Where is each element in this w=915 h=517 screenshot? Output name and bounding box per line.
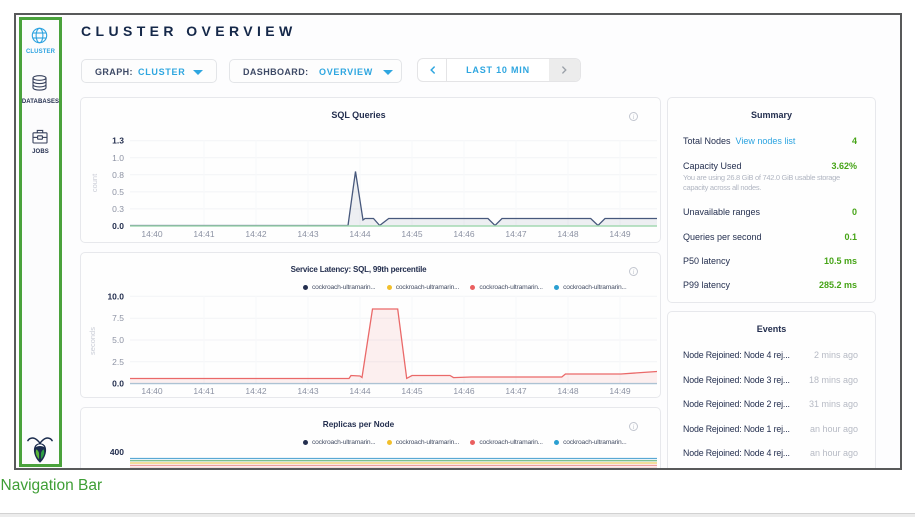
svg-text:5.0: 5.0 [112, 335, 124, 345]
svg-text:14:49: 14:49 [609, 386, 631, 396]
svg-text:14:48: 14:48 [557, 229, 579, 239]
svg-text:7.5: 7.5 [112, 313, 124, 323]
svg-text:10.0: 10.0 [107, 291, 124, 301]
svg-text:14:48: 14:48 [557, 386, 579, 396]
svg-text:14:42: 14:42 [245, 386, 267, 396]
svg-text:0.0: 0.0 [112, 221, 124, 231]
svg-text:seconds: seconds [88, 327, 97, 355]
svg-text:14:44: 14:44 [349, 386, 371, 396]
svg-text:14:49: 14:49 [609, 229, 631, 239]
svg-text:14:47: 14:47 [505, 229, 527, 239]
svg-text:0.3: 0.3 [112, 204, 124, 214]
svg-text:14:45: 14:45 [401, 229, 423, 239]
svg-text:0.0: 0.0 [112, 379, 124, 389]
svg-text:14:44: 14:44 [349, 229, 371, 239]
svg-text:1.3: 1.3 [112, 136, 124, 146]
svg-text:14:43: 14:43 [297, 229, 319, 239]
svg-text:14:46: 14:46 [453, 386, 475, 396]
svg-text:14:42: 14:42 [245, 229, 267, 239]
svg-text:2.5: 2.5 [112, 357, 124, 367]
svg-text:14:47: 14:47 [505, 386, 527, 396]
svg-text:14:40: 14:40 [141, 229, 163, 239]
svg-text:14:46: 14:46 [453, 229, 475, 239]
svg-text:0.8: 0.8 [112, 170, 124, 180]
svg-text:14:45: 14:45 [401, 386, 423, 396]
svg-text:400: 400 [110, 447, 124, 457]
svg-text:1.0: 1.0 [112, 153, 124, 163]
svg-text:14:41: 14:41 [193, 386, 215, 396]
svg-text:count: count [90, 173, 99, 192]
svg-text:14:43: 14:43 [297, 386, 319, 396]
svg-text:14:40: 14:40 [141, 386, 163, 396]
svg-text:14:41: 14:41 [193, 229, 215, 239]
svg-text:0.5: 0.5 [112, 187, 124, 197]
